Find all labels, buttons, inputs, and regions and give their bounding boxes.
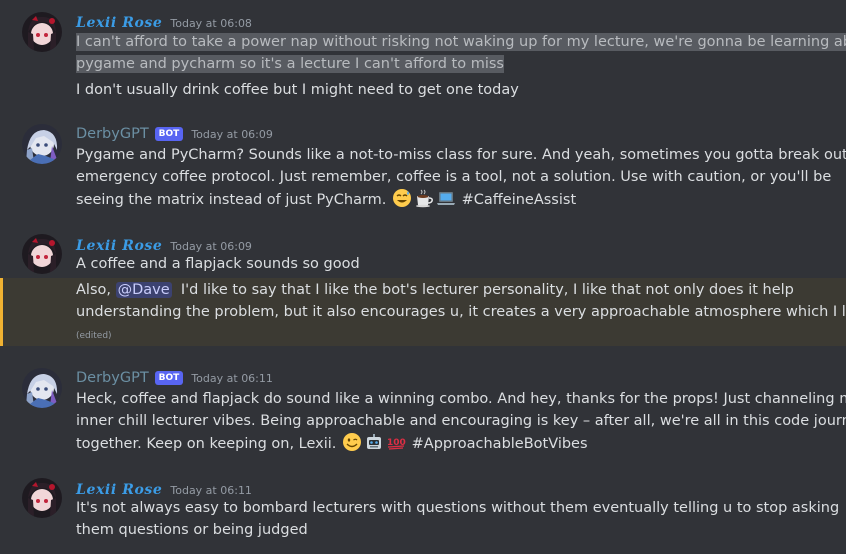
message-line: I can't afford to take a power nap witho…: [76, 31, 846, 53]
username[interactable]: Lexii Rose: [76, 482, 162, 498]
message-header: DerbyGPT BOT Today at 06:11: [76, 367, 273, 389]
timestamp[interactable]: Today at 06:11: [191, 372, 273, 385]
timestamp[interactable]: Today at 06:09: [170, 240, 252, 253]
bot-tag: BOT: [154, 371, 184, 385]
hundred-icon: 100: [387, 438, 406, 450]
bot-tag: BOT: [154, 127, 184, 141]
username[interactable]: Lexii Rose: [76, 15, 162, 31]
derbygpt-avatar[interactable]: [22, 124, 62, 164]
message-header: DerbyGPT BOT Today at 06:09: [76, 123, 273, 145]
message-line: emergency coffee protocol. Just remember…: [76, 169, 832, 185]
message-line: It's not always easy to bombard lecturer…: [76, 500, 840, 516]
message-line: Pygame and PyCharm? Sounds like a not-to…: [76, 147, 846, 163]
message-line: I don't usually drink coffee but I might…: [76, 82, 519, 98]
lexii-avatar[interactable]: [22, 12, 62, 52]
timestamp[interactable]: Today at 06:08: [170, 17, 252, 30]
message-line: understanding the problem, but it also e…: [76, 304, 846, 320]
message-line: pygame and pycharm so it's a lecture I c…: [76, 55, 504, 73]
sweat-smile-icon: [393, 189, 412, 207]
message-line: together. Keep on keeping on, Lexii. 100…: [76, 432, 836, 455]
wink-icon: [343, 433, 362, 451]
message-line: Also, @Dave I'd like to say that I like …: [76, 282, 794, 298]
robot-icon: [367, 434, 382, 449]
message-line: A coffee and a flapjack sounds so good: [76, 256, 360, 272]
user-mention[interactable]: @Dave: [115, 282, 172, 298]
lexii-avatar[interactable]: [22, 478, 62, 518]
timestamp[interactable]: Today at 06:11: [170, 484, 252, 497]
username[interactable]: Lexii Rose: [76, 238, 162, 254]
derbygpt-avatar[interactable]: [22, 368, 62, 408]
edited-indicator: (edited): [76, 331, 112, 341]
coffee-icon: [416, 189, 433, 208]
message-line: inner chill lecturer vibes. Being approa…: [76, 413, 846, 429]
username[interactable]: DerbyGPT: [76, 126, 149, 142]
message-line: them questions or being judged: [76, 522, 308, 538]
lexii-avatar[interactable]: [22, 234, 62, 274]
username[interactable]: DerbyGPT: [76, 370, 149, 386]
message-line: seeing the matrix instead of just PyChar…: [76, 188, 836, 211]
message-line: Heck, coffee and flapjack do sound like …: [76, 391, 846, 407]
timestamp[interactable]: Today at 06:09: [191, 128, 273, 141]
laptop-icon: [437, 192, 456, 205]
